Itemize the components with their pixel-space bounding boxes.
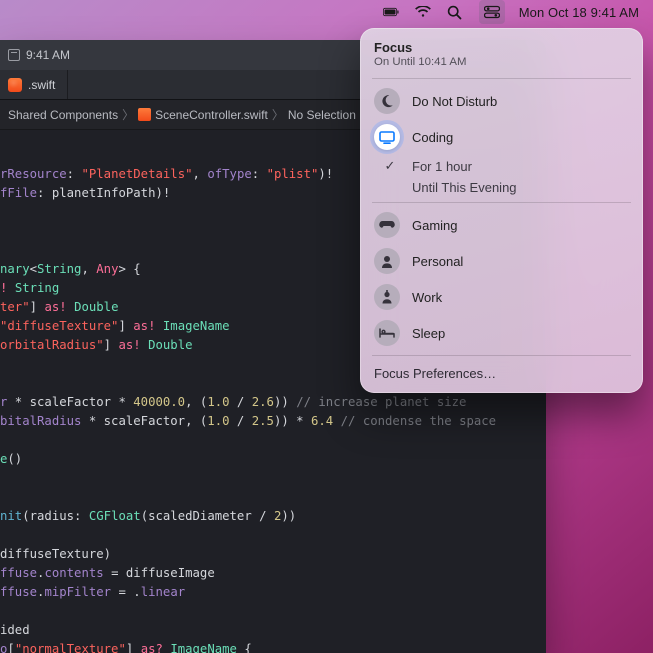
focus-item-gaming[interactable]: Gaming bbox=[360, 207, 643, 243]
jumpbar-segment[interactable]: SceneController.swift bbox=[134, 108, 272, 122]
jumpbar-segment[interactable]: No Selection bbox=[284, 108, 360, 122]
person-icon bbox=[374, 248, 400, 274]
person-lanyard-icon bbox=[374, 284, 400, 310]
game-controller-icon bbox=[374, 212, 400, 238]
focus-item-sleep[interactable]: Sleep bbox=[360, 315, 643, 351]
chevron-right-icon: 〉 bbox=[122, 106, 134, 123]
separator bbox=[372, 355, 631, 356]
bed-icon bbox=[374, 320, 400, 346]
focus-duration-label: Until This Evening bbox=[412, 180, 517, 195]
focus-header: Focus On Until 10:41 AM bbox=[360, 38, 643, 74]
focus-duration-option[interactable]: Until This Evening bbox=[360, 177, 643, 198]
checkmark-icon: ✓ bbox=[380, 158, 400, 174]
jumpbar-segment[interactable]: Shared Components bbox=[4, 108, 122, 122]
focus-item-work[interactable]: Work bbox=[360, 279, 643, 315]
focus-item-label: Do Not Disturb bbox=[412, 94, 629, 109]
search-icon[interactable] bbox=[447, 4, 463, 20]
titlebar-time: 9:41 AM bbox=[26, 48, 70, 62]
editor-tab[interactable]: .swift bbox=[0, 70, 68, 99]
focus-preferences-link[interactable]: Focus Preferences… bbox=[360, 360, 643, 387]
wifi-icon[interactable] bbox=[415, 4, 431, 20]
menubar-datetime[interactable]: Mon Oct 18 9:41 AM bbox=[519, 5, 639, 20]
display-icon bbox=[374, 124, 400, 150]
focus-item-coding[interactable]: Coding bbox=[360, 119, 643, 155]
focus-item-label: Coding bbox=[412, 130, 629, 145]
battery-icon[interactable] bbox=[383, 4, 399, 20]
device-icon bbox=[8, 49, 20, 61]
chevron-right-icon: 〉 bbox=[272, 106, 284, 123]
focus-panel: Focus On Until 10:41 AM Do Not Disturb C… bbox=[360, 28, 643, 393]
focus-item-personal[interactable]: Personal bbox=[360, 243, 643, 279]
focus-item-label: Gaming bbox=[412, 218, 629, 233]
focus-subtitle: On Until 10:41 AM bbox=[374, 56, 629, 68]
focus-item-dnd[interactable]: Do Not Disturb bbox=[360, 83, 643, 119]
moon-icon bbox=[374, 88, 400, 114]
control-center-icon[interactable] bbox=[479, 0, 505, 24]
focus-item-label: Work bbox=[412, 290, 629, 305]
separator bbox=[372, 78, 631, 79]
menu-bar: Mon Oct 18 9:41 AM bbox=[0, 0, 653, 24]
focus-title: Focus bbox=[374, 40, 629, 55]
swift-file-icon bbox=[8, 78, 22, 92]
focus-duration-option[interactable]: ✓ For 1 hour bbox=[360, 155, 643, 177]
tab-label: .swift bbox=[28, 78, 55, 92]
separator bbox=[372, 202, 631, 203]
focus-item-label: Personal bbox=[412, 254, 629, 269]
focus-item-label: Sleep bbox=[412, 326, 629, 341]
focus-duration-label: For 1 hour bbox=[412, 159, 472, 174]
swift-file-icon bbox=[138, 108, 151, 121]
